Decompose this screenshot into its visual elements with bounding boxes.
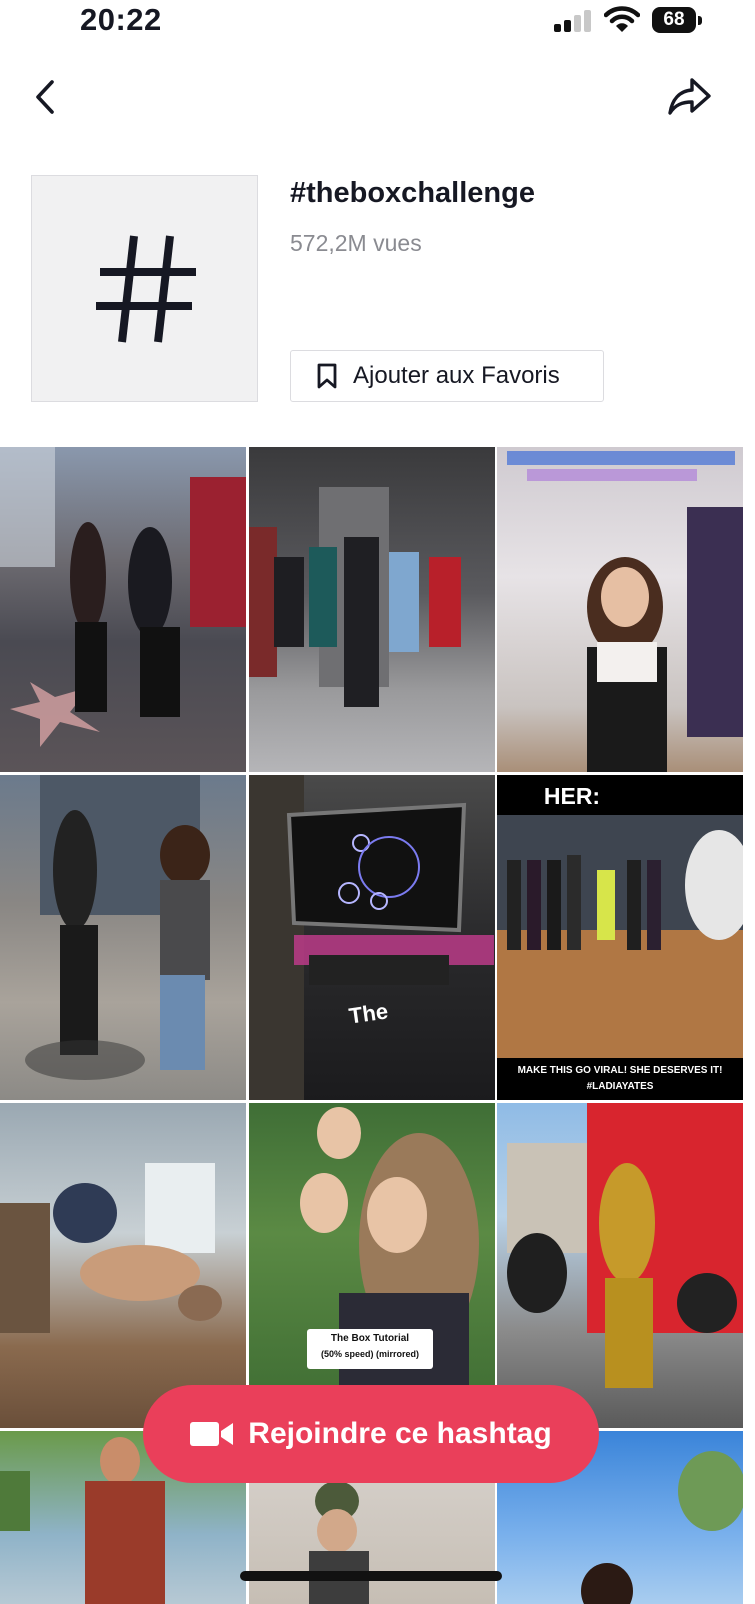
hashtag-title: #theboxchallenge: [290, 177, 535, 209]
battery-level: 68: [652, 7, 696, 33]
chevron-left-icon[interactable]: [28, 76, 68, 120]
share-arrow-icon[interactable]: [666, 74, 714, 120]
video-thumbnail[interactable]: [0, 447, 246, 772]
video-overlay-text: The: [347, 998, 390, 1029]
thumbnail-image: [507, 1103, 743, 1388]
thumbnail-image: [25, 775, 210, 1080]
hashtag-icon: [96, 235, 196, 343]
video-camera-icon: [190, 1422, 234, 1446]
home-indicator[interactable]: [240, 1571, 502, 1581]
status-bar: 20:22 68: [0, 0, 755, 44]
wifi-icon: [604, 6, 640, 32]
thumbnail-image: [249, 775, 494, 1100]
video-thumbnail[interactable]: [497, 1103, 743, 1428]
video-thumbnail[interactable]: [0, 775, 246, 1100]
video-thumbnail[interactable]: The Box Tutorial (50% speed) (mirrored): [249, 1103, 495, 1428]
join-hashtag-label: Rejoindre ce hashtag: [248, 1417, 552, 1450]
video-overlay-hashtag: #LADIAYATES: [586, 1081, 654, 1092]
video-overlay-title: HER:: [543, 783, 601, 809]
join-hashtag-button[interactable]: Rejoindre ce hashtag: [143, 1385, 599, 1483]
video-overlay-caption: MAKE THIS GO VIRAL! SHE DESERVES IT!: [517, 1065, 723, 1076]
thumbnail-image: [0, 447, 246, 747]
thumbnail-image: [0, 1163, 222, 1333]
add-to-favorites-button[interactable]: Ajouter aux Favoris: [290, 350, 604, 402]
thumbnail-image: [249, 487, 461, 707]
status-time: 20:22: [80, 2, 162, 37]
bookmark-icon: [317, 363, 337, 389]
video-thumbnail[interactable]: HER: MAKE THIS GO VIRAL! SHE DESERVES IT…: [497, 775, 743, 1100]
video-thumbnail[interactable]: The: [249, 775, 495, 1100]
video-thumbnail[interactable]: [497, 447, 743, 772]
thumbnail-image: [300, 1107, 479, 1428]
cellular-signal-icon: [554, 10, 594, 32]
tutorial-caption-line1: The Box Tutorial: [330, 1333, 410, 1344]
tutorial-caption-line2: (50% speed) (mirrored): [320, 1349, 420, 1359]
battery-icon: 68: [652, 7, 702, 33]
video-thumbnail[interactable]: [249, 447, 495, 772]
view-count: 572,2M vues: [290, 230, 422, 256]
thumbnail-image: [507, 451, 743, 772]
hashtag-cover: [31, 175, 258, 402]
add-to-favorites-label: Ajouter aux Favoris: [353, 362, 560, 389]
video-thumbnail[interactable]: [0, 1103, 246, 1428]
thumbnail-image: [497, 815, 743, 1058]
